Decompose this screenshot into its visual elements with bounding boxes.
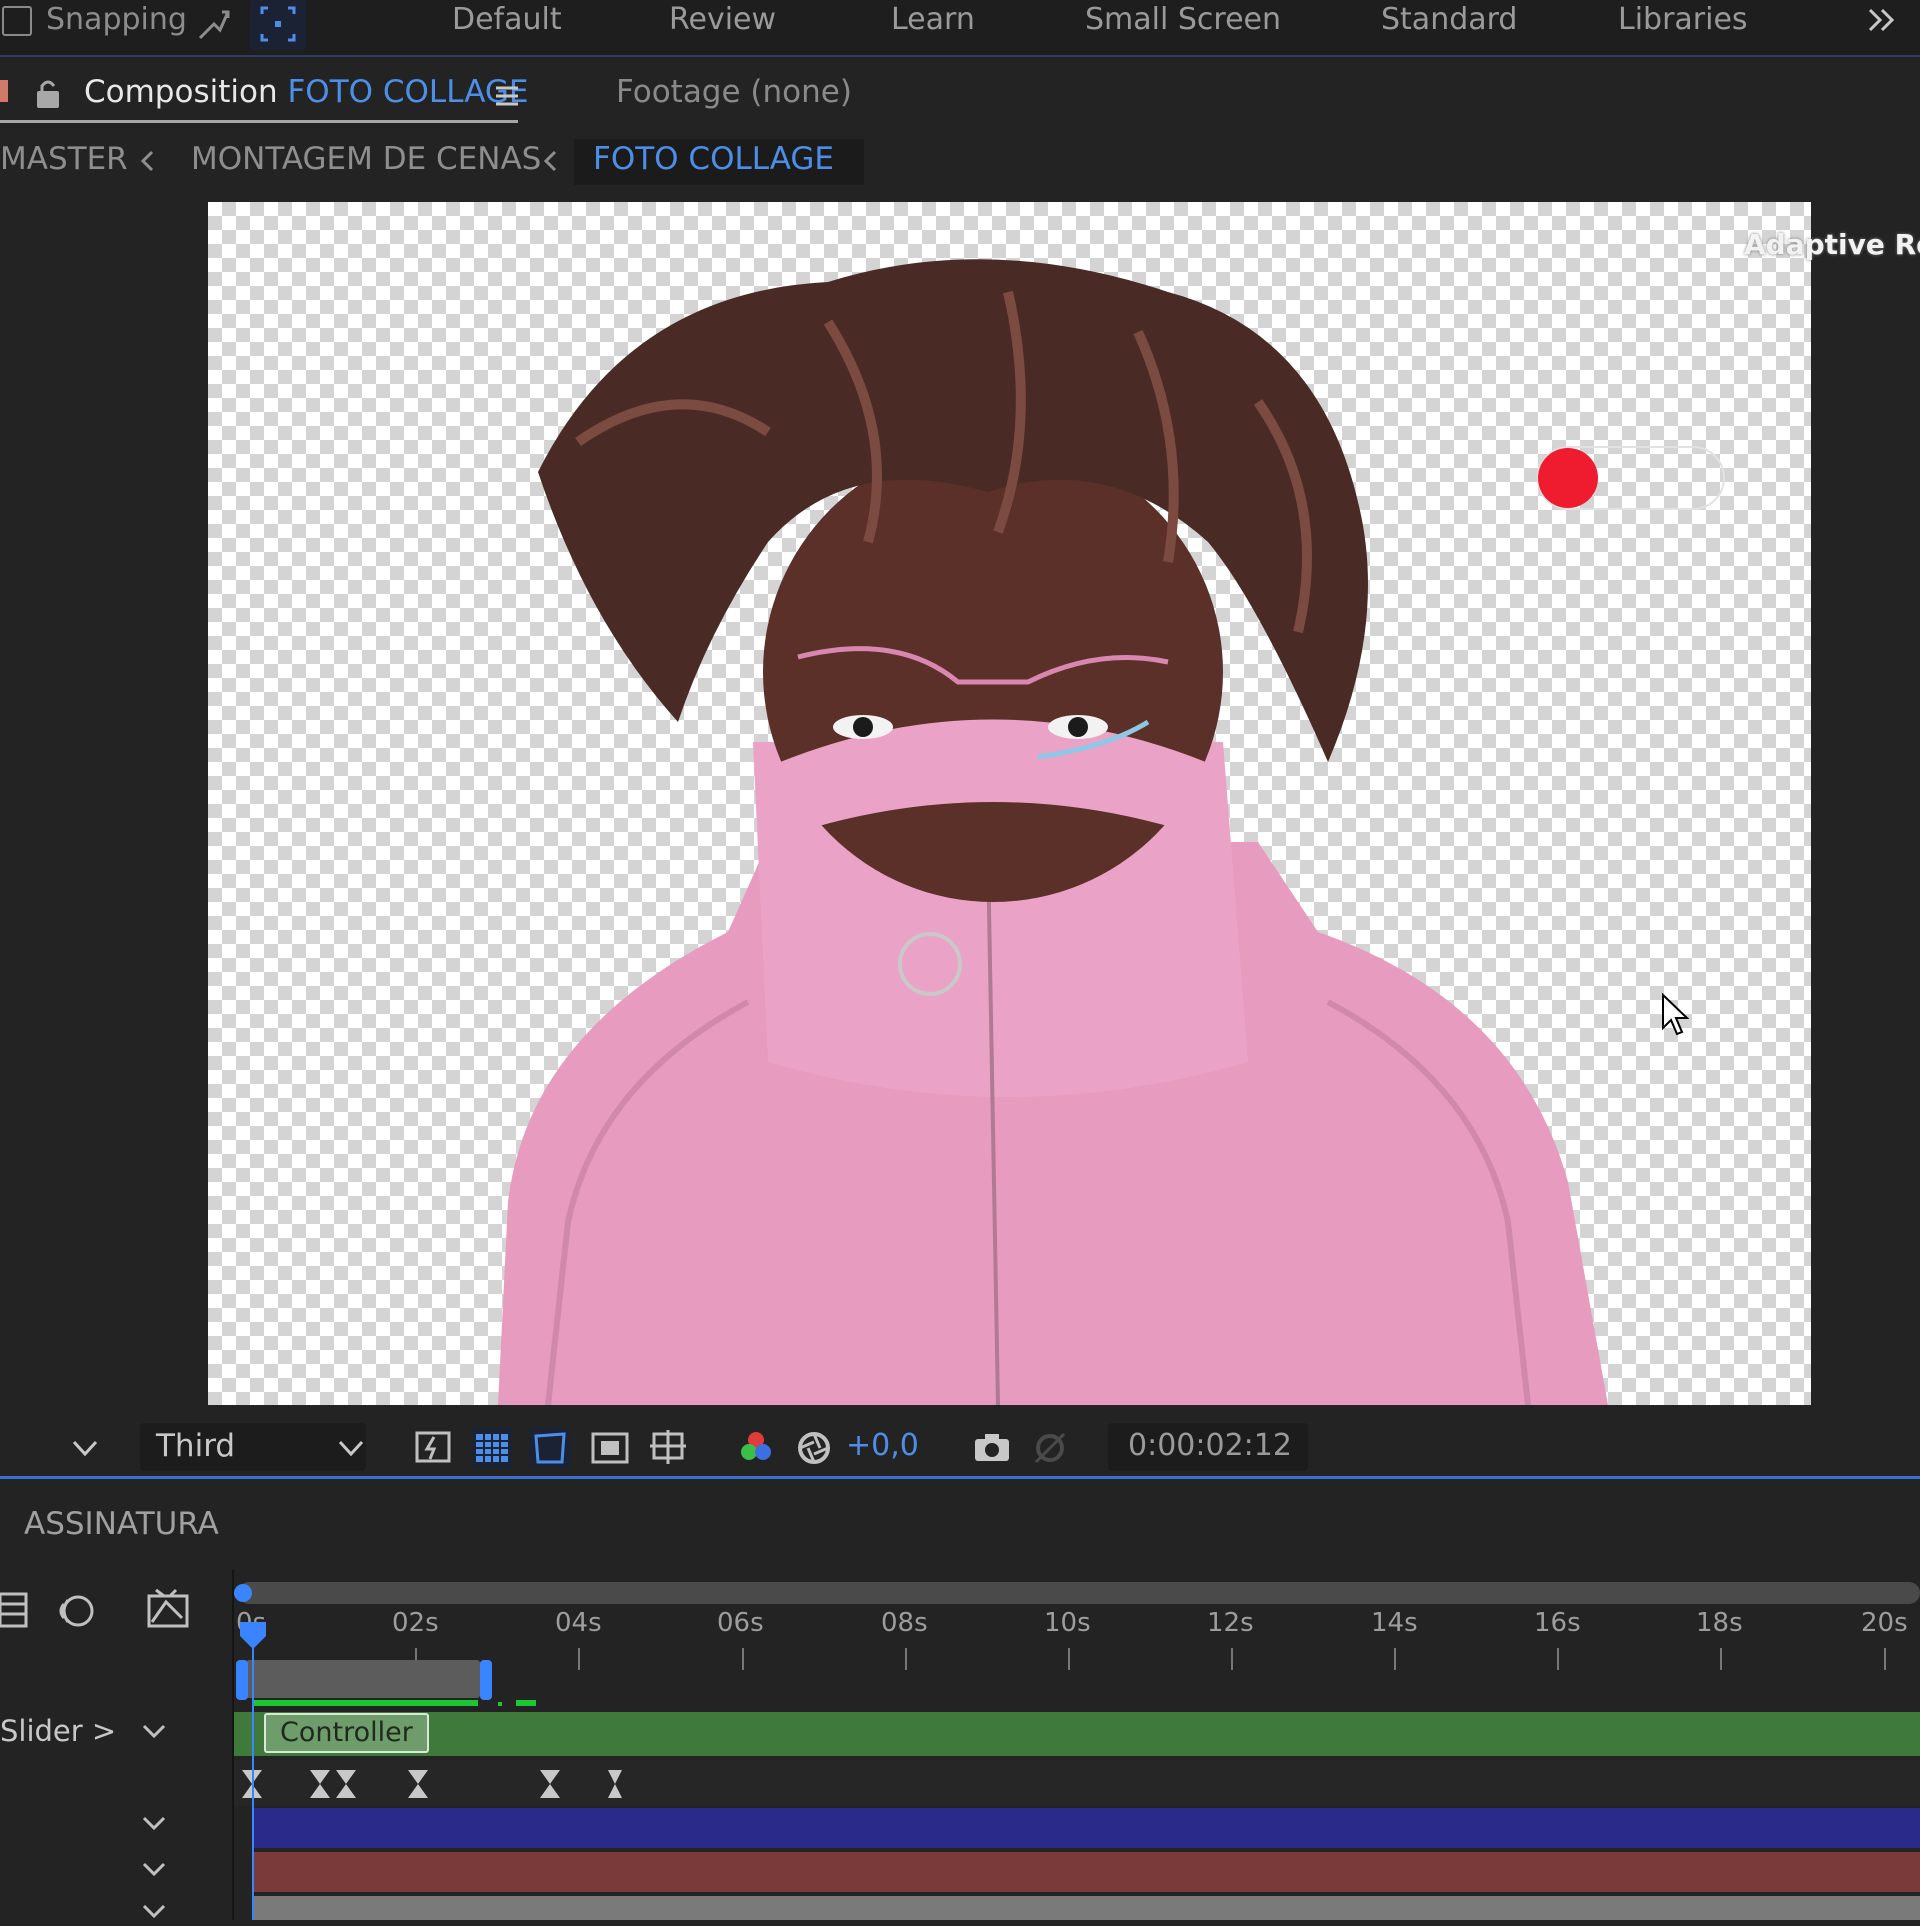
motion-blur-icon[interactable] [56, 1592, 96, 1630]
keyframe-hold-icon [540, 1770, 560, 1798]
panel-menu-icon[interactable] [494, 84, 520, 108]
ruler-label: 16s [1534, 1608, 1581, 1638]
controller-marker[interactable]: Controller [264, 1713, 429, 1753]
cache-segment [516, 1700, 536, 1706]
workspace-default[interactable]: Default [452, 2, 562, 37]
workspace-review[interactable]: Review [669, 2, 776, 37]
ruler-tick [1557, 1648, 1559, 1670]
workspace-libraries[interactable]: Libraries [1618, 2, 1748, 37]
breadcrumb-montagem[interactable]: MONTAGEM DE CENAS [191, 141, 541, 177]
keyframe-hold-icon [336, 1770, 356, 1798]
layer-slider-label: Slider > [0, 1714, 117, 1748]
keyframe-hold-icon [408, 1770, 428, 1798]
graph-editor-icon[interactable] [146, 1588, 190, 1630]
chevron-down-icon [338, 1440, 364, 1457]
snapping-checkbox[interactable] [2, 6, 32, 36]
ruler-label: 02s [392, 1608, 439, 1638]
timecode-value: 0:00:02:12 [1128, 1428, 1292, 1463]
timeline-title: ASSINATURA [24, 1506, 219, 1542]
keyframe-hold-icon [310, 1770, 330, 1798]
workspace-standard[interactable]: Standard [1381, 2, 1517, 37]
work-area-bar[interactable] [246, 1660, 480, 1698]
panel-color-flag [0, 80, 8, 102]
chevron-left-icon [140, 150, 154, 172]
tab-composition[interactable]: Composition FOTO COLLAGE [84, 74, 528, 110]
comp-mini-flowchart-icon[interactable] [0, 1592, 28, 1628]
workspace-small-screen[interactable]: Small Screen [1085, 2, 1281, 37]
work-area-start-handle[interactable] [236, 1660, 248, 1700]
red-record-dot[interactable] [1538, 448, 1598, 508]
ruler-tick [1720, 1648, 1722, 1670]
grid-guides-icon[interactable] [648, 1428, 688, 1468]
layer-bar-red[interactable] [252, 1852, 1920, 1892]
keyframes-track[interactable] [238, 1764, 638, 1804]
tab-footage[interactable]: Footage (none) [616, 74, 852, 110]
chevron-down-icon[interactable] [140, 1856, 168, 1884]
ruler-label: 12s [1207, 1608, 1254, 1638]
chevron-down-icon[interactable] [140, 1898, 168, 1926]
portrait-layer [498, 259, 1725, 1405]
ruler-label: 18s [1696, 1608, 1743, 1638]
fast-preview-icon[interactable] [414, 1428, 454, 1468]
active-tab-underline [0, 120, 518, 123]
show-snapshot-icon[interactable] [1030, 1428, 1070, 1468]
breadcrumb-master[interactable]: MASTER [0, 141, 128, 177]
ruler-tick [1394, 1648, 1396, 1670]
mask-path-icon[interactable] [530, 1428, 570, 1468]
adaptive-resolution-indicator: Adaptive Reso [1744, 228, 1920, 261]
snap-target-icon [260, 6, 296, 42]
double-chevron-right-icon[interactable] [1866, 6, 1900, 36]
lock-icon[interactable] [34, 78, 62, 110]
layer-bar-controller[interactable] [234, 1712, 1920, 1756]
exposure-value[interactable]: +0,0 [846, 1428, 919, 1463]
composition-canvas[interactable] [208, 202, 1811, 1405]
playhead-line [252, 1630, 254, 1920]
workspace-learn[interactable]: Learn [891, 2, 975, 37]
chevron-left-icon [543, 150, 557, 172]
ruler-tick [1231, 1648, 1233, 1670]
composition-name: FOTO COLLAGE [287, 74, 529, 110]
ruler-label: 08s [881, 1608, 928, 1638]
ruler-label: 20s [1861, 1608, 1908, 1638]
ruler-label: 06s [717, 1608, 764, 1638]
keyframe-hold-icon [608, 1770, 622, 1798]
transparency-grid-icon[interactable] [472, 1428, 512, 1468]
ruler-tick [1068, 1648, 1070, 1670]
ruler-tick [905, 1648, 907, 1670]
render-cache-indicator [252, 1700, 478, 1706]
channel-rgb-icon[interactable] [736, 1428, 776, 1468]
ruler-label: 10s [1044, 1608, 1091, 1638]
ruler-tick [742, 1648, 744, 1670]
layer-bar-blue[interactable] [252, 1808, 1920, 1848]
snapshot-camera-icon[interactable] [972, 1428, 1012, 1468]
work-area-end-handle[interactable] [480, 1660, 492, 1700]
resolution-value: Third [156, 1428, 236, 1464]
chevron-down-icon[interactable] [140, 1810, 168, 1838]
composition-prefix: Composition [84, 74, 278, 110]
breadcrumb-foto-collage[interactable]: FOTO COLLAGE [593, 141, 834, 177]
ruler-tick [578, 1648, 580, 1670]
exposure-reset-icon[interactable] [794, 1428, 834, 1468]
ruler-tick [1884, 1648, 1886, 1670]
playhead-icon[interactable] [238, 1620, 268, 1650]
region-of-interest-icon[interactable] [590, 1428, 630, 1468]
cache-dot [498, 1702, 502, 1706]
navigator-start-handle[interactable] [234, 1584, 252, 1602]
snapping-label: Snapping [46, 2, 187, 37]
snap-tool-icon[interactable] [196, 6, 232, 42]
ruler-label: 04s [555, 1608, 602, 1638]
chevron-down-icon[interactable] [70, 1436, 100, 1462]
snap-target-button[interactable] [250, 0, 306, 50]
ruler-label: 14s [1371, 1608, 1418, 1638]
layer-bar-gray[interactable] [252, 1896, 1920, 1920]
chevron-down-icon[interactable] [140, 1718, 168, 1746]
mouse-cursor-icon [1662, 992, 1690, 1036]
timeline-navigator[interactable] [238, 1582, 1920, 1604]
